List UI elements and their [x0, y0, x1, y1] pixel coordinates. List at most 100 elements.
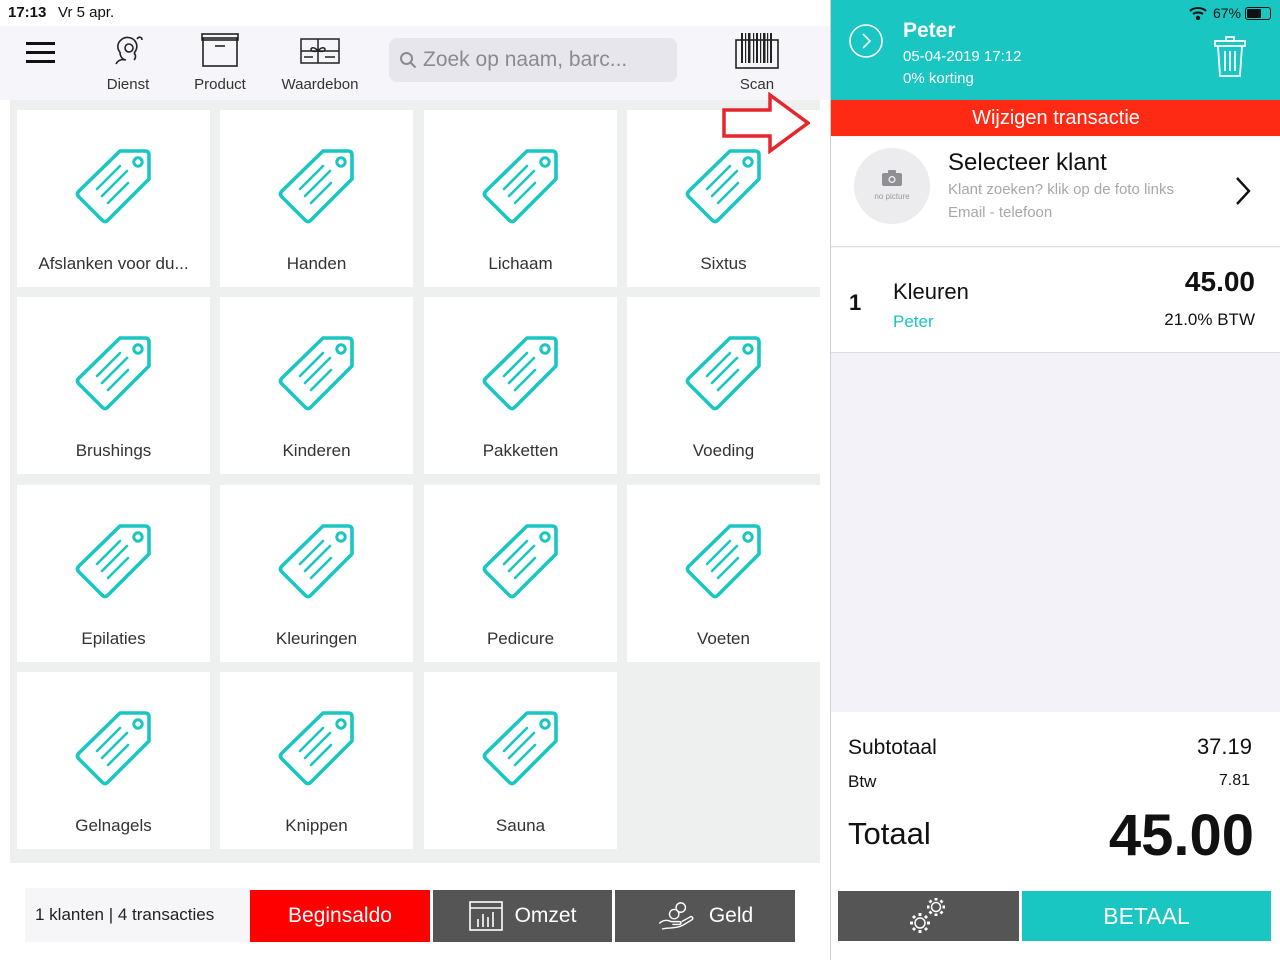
line-item-tax: 21.0% BTW [1164, 310, 1255, 329]
totals-panel: Subtotaal 37.19 Btw 7.81 Totaal 45.00 BE… [831, 712, 1280, 960]
price-tag-icon [75, 711, 151, 786]
voucher-label: Waardebon [281, 76, 359, 93]
gift-voucher-icon [300, 38, 340, 64]
product-pane: 17:13 Vr 5 apr. Dienst Product Waardebon… [0, 0, 830, 960]
price-tag-icon [685, 336, 761, 411]
price-tag-icon [482, 524, 558, 599]
price-tag-icon [75, 149, 151, 224]
category-label: Pedicure [486, 629, 555, 648]
price-tag-icon [278, 524, 354, 599]
price-tag-icon [278, 336, 354, 411]
status-bar: 17:13 Vr 5 apr. [0, 0, 830, 26]
price-tag-icon [278, 149, 354, 224]
category-label: Lichaam [488, 254, 553, 273]
customer-title: Selecteer klant [948, 149, 1107, 176]
camera-icon [882, 170, 902, 186]
search-icon [400, 52, 417, 69]
edit-transaction-banner[interactable]: Wijzigen transactie [831, 100, 1280, 136]
customer-contact-hint: Email - telefoon [948, 204, 1053, 221]
revenue-chart-icon [468, 901, 503, 931]
category-tile[interactable]: Knippen [220, 672, 413, 849]
discount-text[interactable]: 0% korting [903, 70, 974, 87]
battery-percent: 67% [1212, 5, 1241, 21]
service-button[interactable]: Dienst [104, 30, 152, 96]
category-tile[interactable]: Voeten [627, 485, 820, 662]
settings-button[interactable] [838, 891, 1019, 941]
menu-button[interactable] [26, 42, 56, 64]
bottom-bar: 1 klanten | 4 transacties Beginsaldo Omz… [0, 866, 830, 960]
customer-avatar[interactable]: no picture [854, 148, 930, 224]
status-date: Vr 5 apr. [58, 4, 115, 21]
line-item[interactable]: 1 Kleuren Peter 45.00 21.0% BTW [831, 248, 1280, 353]
category-tile[interactable]: Gelnagels [17, 672, 210, 849]
beginsaldo-button[interactable]: Beginsaldo [250, 890, 430, 942]
category-label: Handen [286, 254, 347, 273]
category-tile[interactable]: Epilaties [17, 485, 210, 662]
select-customer-row[interactable]: no picture Selecteer klant Klant zoeken?… [831, 137, 1280, 247]
category-label: Brushings [75, 441, 152, 460]
category-tile[interactable]: Voeding [627, 297, 820, 474]
category-label: Pakketten [482, 441, 559, 460]
line-item-price: 45.00 [1184, 266, 1255, 297]
btw-value: 7.81 [1218, 772, 1250, 789]
category-tile[interactable]: Lichaam [424, 110, 617, 287]
price-tag-icon [482, 149, 558, 224]
subtotal-value: 37.19 [1196, 734, 1252, 759]
category-tile[interactable]: Pakketten [424, 297, 617, 474]
price-tag-icon [685, 524, 761, 599]
geld-button[interactable]: Geld [615, 890, 795, 942]
category-tile[interactable]: Afslanken voor du... [17, 110, 210, 287]
transaction-header: 67% Peter 05-04-2019 17:12 0% korting [831, 0, 1280, 100]
price-tag-icon [685, 149, 761, 224]
geld-label: Geld [708, 904, 754, 927]
annotation-arrow-icon [722, 92, 810, 154]
scan-button[interactable]: Scan [734, 30, 780, 96]
category-tile[interactable]: Brushings [17, 297, 210, 474]
product-button[interactable]: Product [192, 30, 248, 96]
trash-icon[interactable] [1213, 36, 1247, 78]
category-label: Voeten [697, 629, 750, 648]
search-input[interactable] [423, 44, 663, 76]
money-hand-icon [658, 902, 694, 930]
status-battery: 67% [1189, 5, 1271, 21]
category-tile[interactable]: Kleuringen [220, 485, 413, 662]
product-box-icon [201, 33, 239, 67]
toolbar: Dienst Product Waardebon Zoek op naam, b… [0, 26, 830, 100]
category-tile[interactable]: Sauna [424, 672, 617, 849]
line-item-qty: 1 [849, 290, 862, 315]
category-label: Gelnagels [75, 816, 152, 835]
price-tag-icon [75, 524, 151, 599]
category-label: Kinderen [282, 441, 351, 460]
battery-icon [1245, 6, 1271, 20]
category-tile[interactable]: Handen [220, 110, 413, 287]
stats-summary: 1 klanten | 4 transacties [25, 888, 250, 942]
btw-label: Btw [848, 772, 877, 791]
wifi-icon [1189, 7, 1207, 20]
category-label: Afslanken voor du... [38, 254, 189, 273]
category-label: Epilaties [81, 629, 146, 648]
category-label: Sauna [495, 816, 546, 835]
transaction-pane: 67% Peter 05-04-2019 17:12 0% korting Wi… [830, 0, 1280, 960]
search-box[interactable] [389, 38, 677, 82]
category-tile[interactable]: Kinderen [220, 297, 413, 474]
pay-button[interactable]: BETAAL [1022, 891, 1271, 941]
price-tag-icon [482, 336, 558, 411]
total-value: 45.00 [1108, 803, 1254, 868]
chevron-right-icon [1236, 177, 1251, 205]
category-label: Knippen [285, 816, 348, 835]
price-tag-icon [482, 711, 558, 786]
category-tile[interactable]: Pedicure [424, 485, 617, 662]
collapse-chevron-icon[interactable] [848, 23, 884, 59]
beginsaldo-label: Beginsaldo [288, 904, 392, 927]
voucher-button[interactable]: Waardebon [280, 30, 360, 96]
stats-text: 1 klanten | 4 transacties [35, 905, 215, 924]
status-time: 17:13 [8, 4, 47, 21]
customer-hint: Klant zoeken? klik op de foto links [948, 181, 1174, 198]
product-label: Product [194, 76, 246, 93]
price-tag-icon [278, 711, 354, 786]
transaction-datetime: 05-04-2019 17:12 [903, 48, 1022, 65]
omzet-button[interactable]: Omzet [433, 890, 612, 942]
employee-name: Peter [903, 19, 956, 42]
barcode-icon [735, 33, 779, 69]
subtotal-label: Subtotaal [848, 736, 937, 759]
